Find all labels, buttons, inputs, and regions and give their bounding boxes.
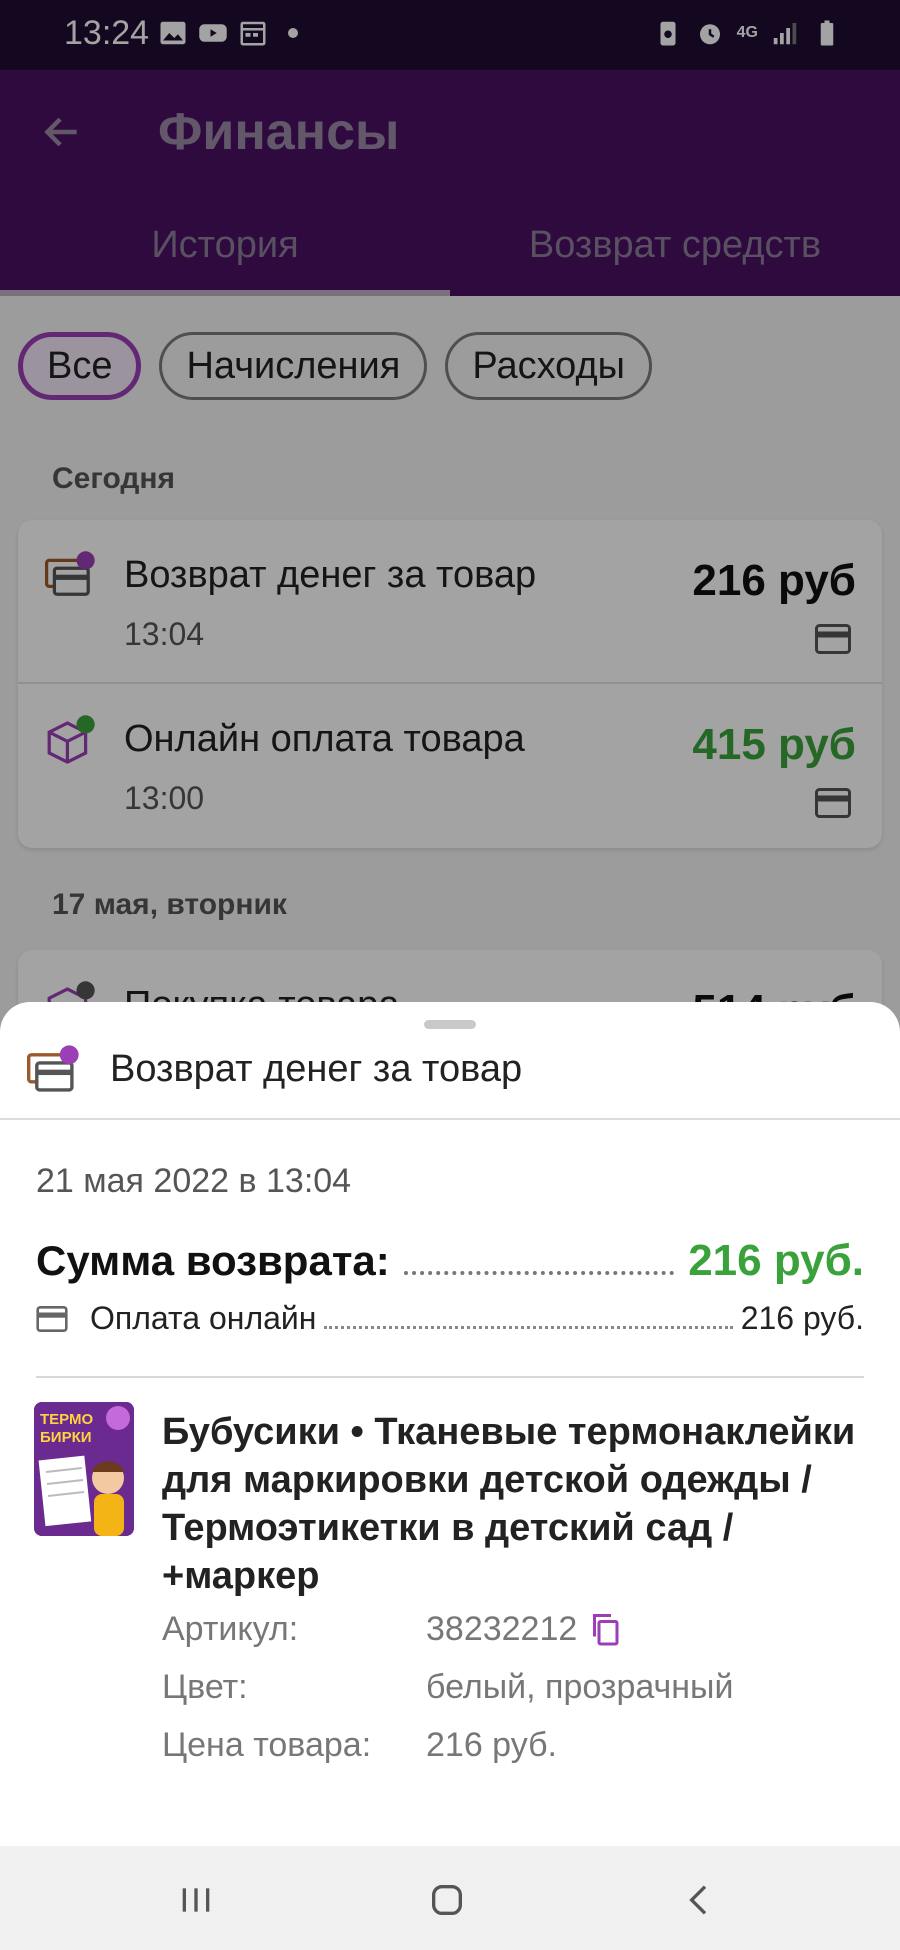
dotted-leader [403, 1271, 675, 1275]
home-icon[interactable] [427, 1880, 467, 1920]
refund-sum-row: Сумма возврата: 216 руб. [36, 1236, 864, 1286]
drag-handle[interactable] [424, 1020, 476, 1029]
transaction-date: 21 мая 2022 в 13:04 [36, 1162, 352, 1200]
thumbnail-text: БИРКИ [40, 1429, 92, 1446]
refund-sum-label: Сумма возврата: [36, 1237, 390, 1284]
property-key: Цвет: [162, 1667, 248, 1706]
card-icon [36, 1305, 68, 1332]
property-row: Артикул: 38232212 [162, 1600, 733, 1658]
property-value: 38232212 [426, 1610, 623, 1649]
system-nav-bar [0, 1846, 900, 1950]
property-key: Цена товара: [162, 1725, 372, 1764]
divider [36, 1376, 864, 1378]
refund-icon [27, 1045, 79, 1092]
thumbnail-text: ТЕРМО [40, 1411, 93, 1428]
transaction-details-sheet: Возврат денег за товар 21 мая 2022 в 13:… [0, 1002, 900, 1846]
product-thumbnail: ТЕРМО БИРКИ [34, 1402, 134, 1536]
sheet-title: Возврат денег за товар [110, 1048, 523, 1090]
dotted-leader [324, 1326, 733, 1329]
payment-row: Оплата онлайн 216 руб. [36, 1300, 864, 1337]
property-value: 216 руб. [426, 1725, 558, 1764]
property-row: Цвет: белый, прозрачный [162, 1658, 733, 1716]
product-properties: Артикул: 38232212 Цвет: белый, прозрачны… [162, 1600, 733, 1774]
recent-apps-icon[interactable] [176, 1880, 216, 1920]
property-key: Артикул: [162, 1609, 299, 1648]
refund-sum-value: 216 руб. [688, 1236, 864, 1285]
article-number: 38232212 [426, 1609, 578, 1648]
back-icon[interactable] [680, 1880, 720, 1920]
sheet-header: Возврат денег за товар [0, 1032, 900, 1120]
property-row: Цена товара: 216 руб. [162, 1716, 733, 1774]
product-title[interactable]: Бубусики • Тканевые термонаклейки для ма… [162, 1408, 862, 1600]
product-image[interactable]: ТЕРМО БИРКИ [34, 1402, 134, 1536]
property-value: белый, прозрачный [426, 1667, 734, 1706]
payment-value: 216 руб. [740, 1300, 864, 1336]
payment-label: Оплата онлайн [90, 1300, 317, 1336]
copy-icon[interactable] [587, 1611, 623, 1647]
